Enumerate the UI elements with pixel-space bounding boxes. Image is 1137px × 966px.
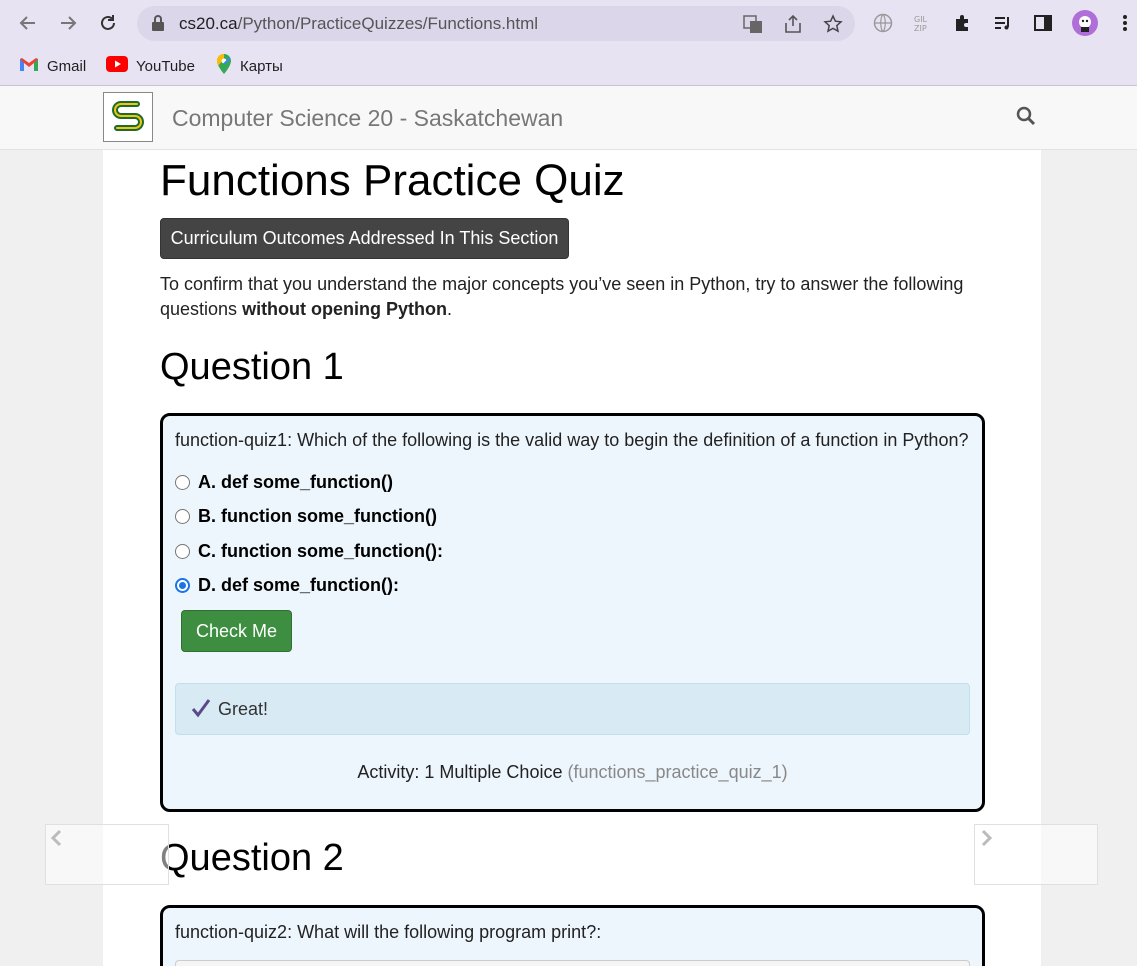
browser-toolbar: cs20.ca/Python/PracticeQuizzes/Functions… xyxy=(0,0,1137,47)
intro-paragraph: To confirm that you understand the major… xyxy=(160,274,964,319)
youtube-icon xyxy=(106,56,128,76)
share-icon[interactable] xyxy=(783,14,803,34)
extensions-puzzle-icon[interactable] xyxy=(952,12,974,34)
feedback-text: Great! xyxy=(218,699,269,719)
maps-icon xyxy=(216,54,232,78)
option-a[interactable]: A. def some_function() xyxy=(175,471,393,493)
bookmark-star-icon[interactable] xyxy=(823,14,843,34)
page-title: Functions Practice Quiz xyxy=(160,156,625,205)
reload-icon[interactable] xyxy=(96,11,120,35)
option-b[interactable]: B. function some_function() xyxy=(175,505,437,527)
next-page-button[interactable] xyxy=(974,824,1098,885)
menu-kebab-icon[interactable] xyxy=(1114,12,1136,34)
lock-icon xyxy=(151,15,165,36)
site-header: Computer Science 20 - Saskatchewan xyxy=(0,86,1137,150)
question-1-heading: Question 1 xyxy=(160,346,344,388)
site-title[interactable]: Computer Science 20 - Saskatchewan xyxy=(172,105,563,132)
bookmark-gmail[interactable]: Gmail xyxy=(19,55,86,77)
site-logo[interactable] xyxy=(103,92,153,142)
quiz-card-2: function-quiz2: What will the following … xyxy=(160,905,985,966)
chevron-right-icon xyxy=(981,829,993,853)
activity-label: Activity: 1 Multiple Choice (functions_p… xyxy=(357,762,788,782)
bookmark-youtube[interactable]: YouTube xyxy=(106,55,195,77)
media-queue-icon[interactable] xyxy=(992,12,1014,34)
radio-button[interactable] xyxy=(175,474,190,490)
svg-text:GIL: GIL xyxy=(914,15,928,24)
check-me-button[interactable]: Check Me xyxy=(181,610,292,652)
url-text: cs20.ca/Python/PracticeQuizzes/Functions… xyxy=(179,14,539,33)
address-bar[interactable]: cs20.ca/Python/PracticeQuizzes/Functions… xyxy=(137,6,855,41)
globe-extension-icon[interactable] xyxy=(872,12,894,34)
profile-avatar-icon[interactable] xyxy=(1072,10,1098,36)
back-icon[interactable] xyxy=(16,11,40,35)
gmail-icon xyxy=(19,56,39,76)
translate-icon[interactable] xyxy=(743,14,763,34)
bookmarks-bar: Gmail YouTube Карты xyxy=(0,47,1137,86)
chevron-left-icon xyxy=(50,829,62,853)
radio-button-selected[interactable] xyxy=(175,577,190,593)
feedback-box: Great! xyxy=(175,683,970,735)
zip-extension-icon[interactable]: GIL ZIP xyxy=(912,12,934,34)
question-2-heading: Question 2 xyxy=(160,837,344,879)
bookmark-maps[interactable]: Карты xyxy=(216,54,283,78)
prev-page-button[interactable] xyxy=(45,824,169,885)
radio-button[interactable] xyxy=(175,508,190,524)
option-c[interactable]: C. function some_function(): xyxy=(175,540,443,562)
svg-text:ZIP: ZIP xyxy=(914,24,927,33)
curriculum-outcomes-button[interactable]: Curriculum Outcomes Addressed In This Se… xyxy=(160,218,569,259)
radio-button[interactable] xyxy=(175,543,190,559)
page-content: Functions Practice Quiz Curriculum Outco… xyxy=(103,150,1041,966)
search-icon[interactable] xyxy=(1016,106,1036,131)
side-panel-icon[interactable] xyxy=(1032,12,1054,34)
checkmark-icon xyxy=(191,698,211,723)
forward-icon[interactable] xyxy=(56,11,80,35)
question-prompt: function-quiz1: Which of the following i… xyxy=(175,430,969,450)
option-d[interactable]: D. def some_function(): xyxy=(175,574,399,596)
code-block xyxy=(175,960,970,966)
question-prompt: function-quiz2: What will the following … xyxy=(175,922,602,942)
quiz-card-1: function-quiz1: Which of the following i… xyxy=(160,413,985,812)
